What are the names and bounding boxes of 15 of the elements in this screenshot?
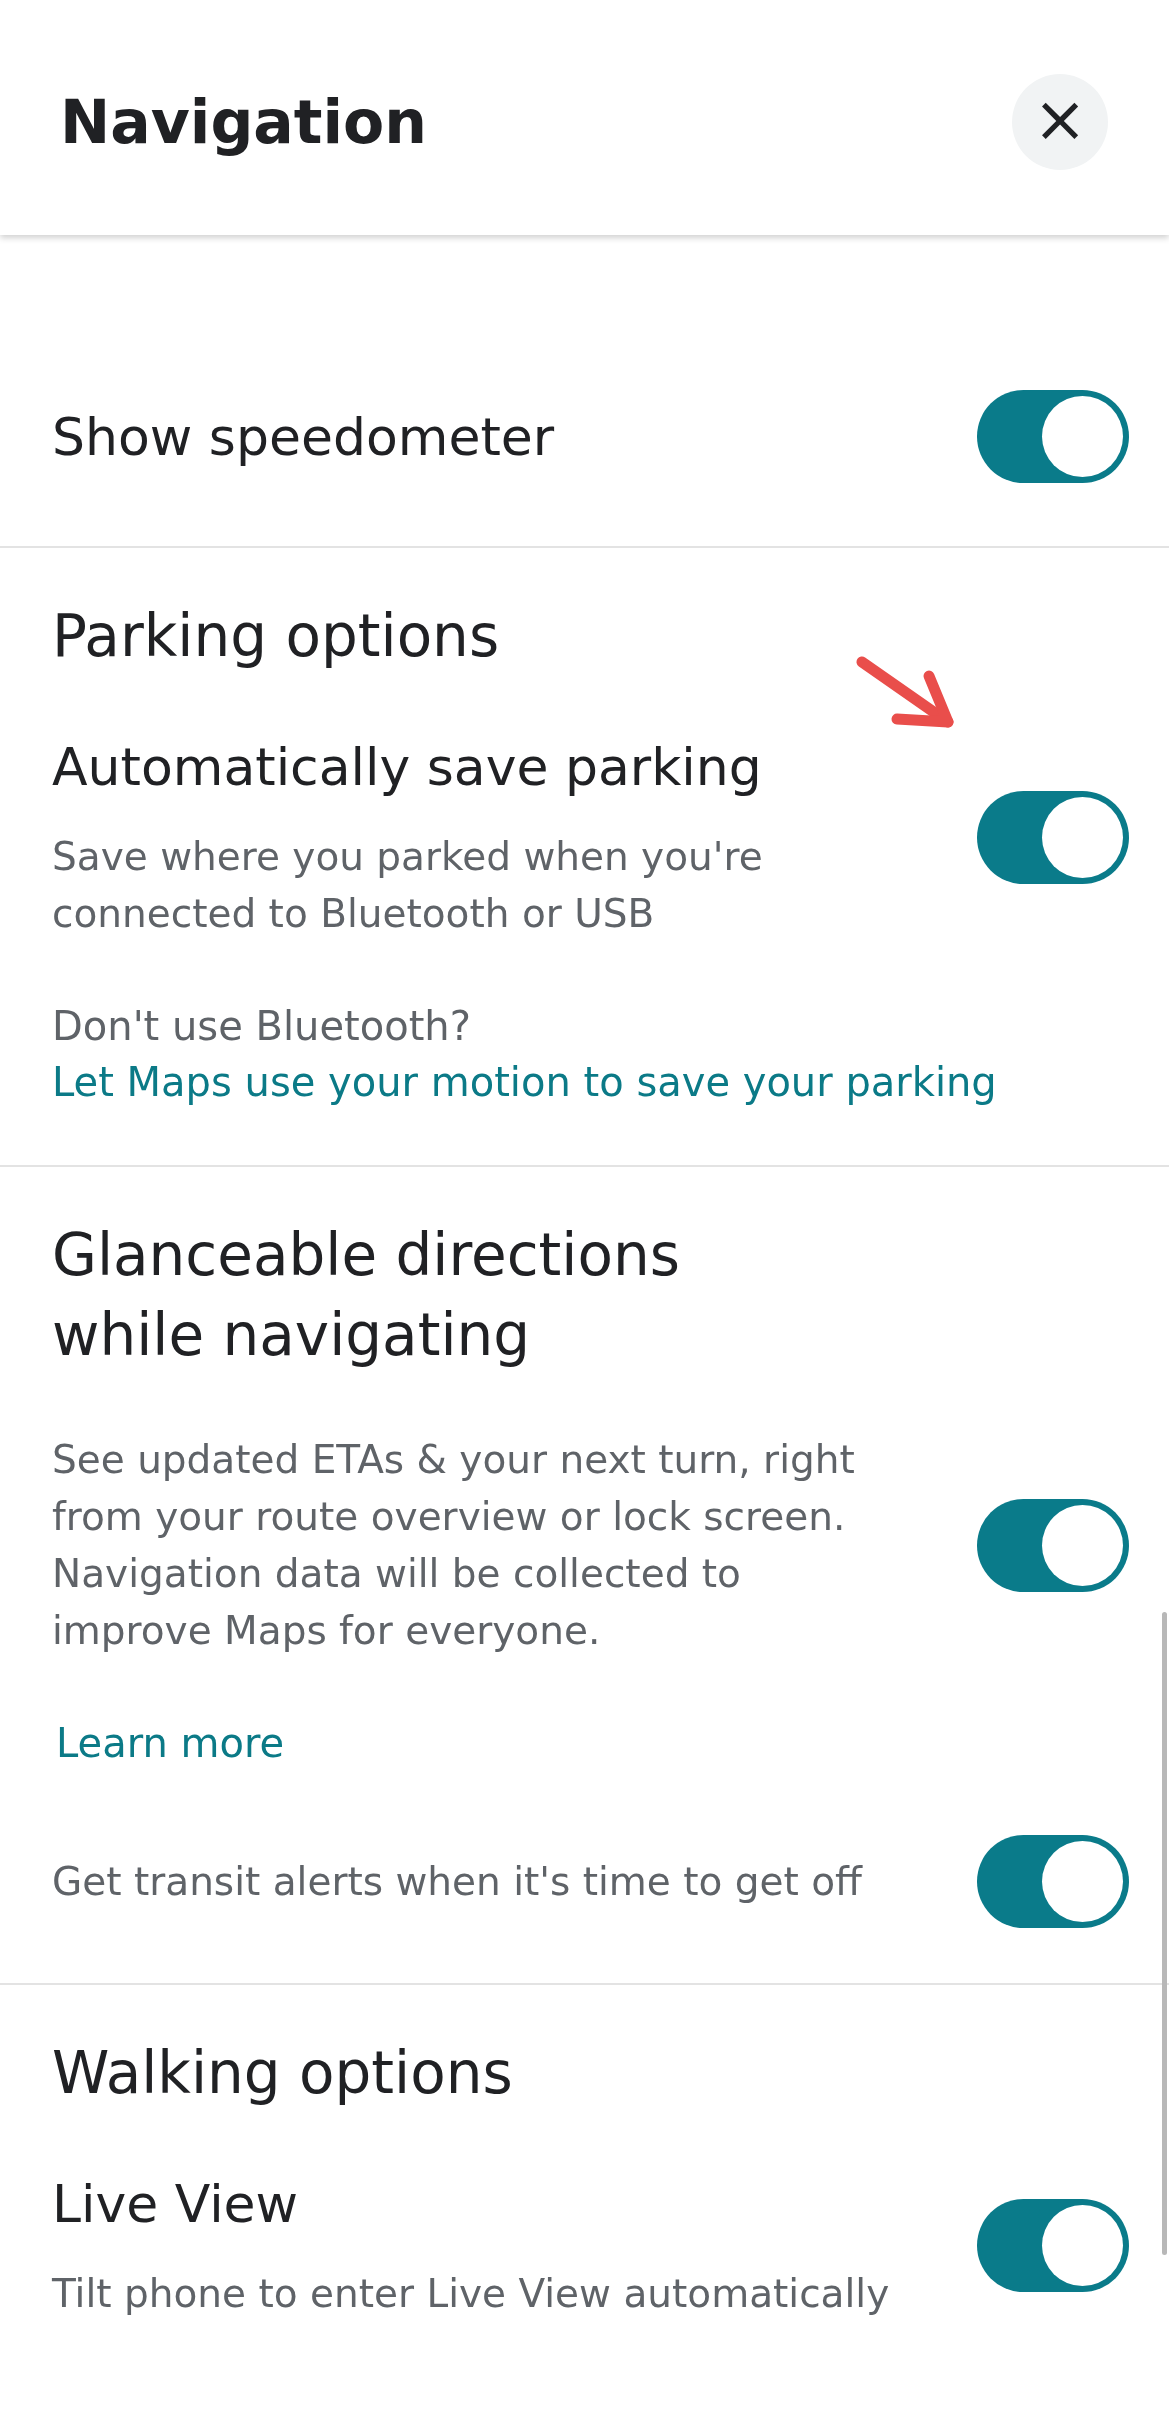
setting-title: Live View <box>52 2173 300 2236</box>
section-heading: Parking options <box>52 601 501 672</box>
learn-more-link[interactable]: Learn more <box>56 1720 285 1766</box>
motion-parking-link[interactable]: Let Maps use your motion to save your parking <box>52 1054 997 1110</box>
note-text: Don't use Bluetooth? <box>52 1002 471 1051</box>
setting-description: Tilt phone to enter Live View automatically <box>52 2270 890 2318</box>
setting-description: Get transit alerts when it's time to get off <box>52 1858 862 1906</box>
section-heading: Walking options <box>52 2038 514 2109</box>
setting-title: Show speedometer <box>52 405 555 469</box>
page-title: Navigation <box>60 86 427 157</box>
setting-description: See updated ETAs & your next turn, right from your route overview or lock screen. Navigation data will be collected to improve Maps for everyone. <box>52 1436 856 1655</box>
section-heading: Glanceable directions while navigating <box>52 1220 681 1371</box>
setting-title: Automatically save parking <box>52 736 763 799</box>
setting-description: Save where you parked when you're connected to Bluetooth or USB <box>52 833 764 938</box>
close-button[interactable]: × <box>1012 73 1108 170</box>
